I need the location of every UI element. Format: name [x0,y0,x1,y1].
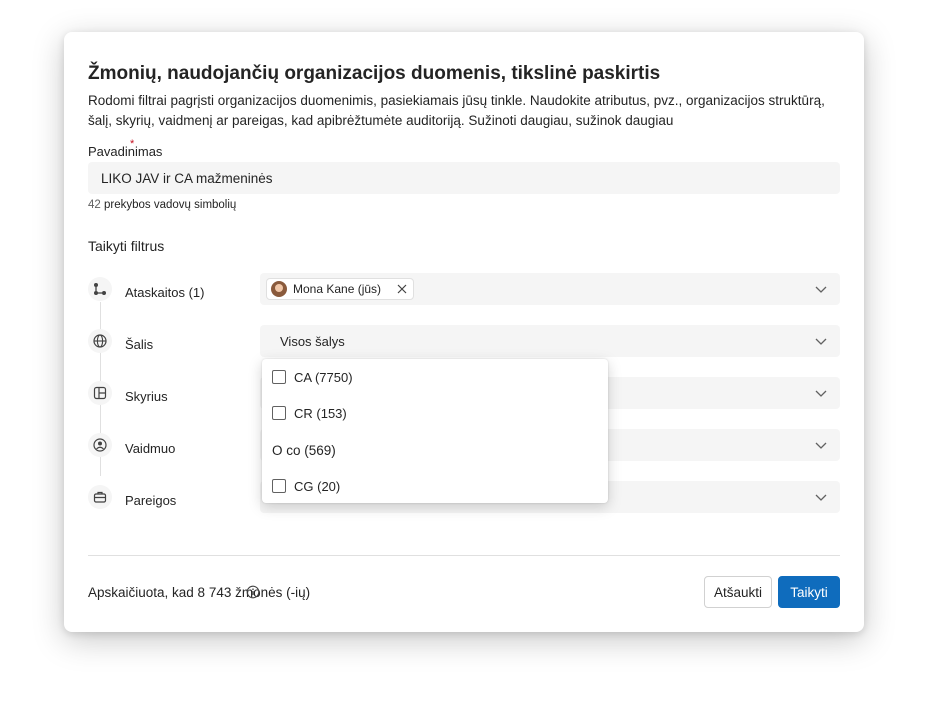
briefcase-icon [88,485,112,509]
checkbox[interactable] [272,370,286,384]
name-label-text: Pavadinimas [88,144,163,159]
chevron-down-icon [815,286,827,293]
dialog-description: Rodomi filtrai pagrįsti organizacijos du… [88,91,848,131]
chevron-down-icon [815,390,827,397]
required-mark: * [130,138,135,150]
filter-row-country: Šalis Visos šalys [88,325,840,361]
info-icon[interactable] [246,585,260,599]
country-select[interactable]: Visos šalys [260,325,840,357]
chevron-down-icon [815,338,827,345]
reports-select[interactable]: Mona Kane (jūs) [260,273,840,305]
filter-label-department: Skyrius [125,389,168,404]
person-circle-icon [88,433,112,457]
filter-label-title: Pareigos [125,493,177,508]
filters-heading: Taikyti filtrus [88,238,165,254]
checkbox[interactable] [272,479,286,493]
person-chip-label: Mona Kane (jūs) [293,282,382,296]
country-option-label: CR (153) [294,405,347,421]
cancel-button[interactable]: Atšaukti [704,576,772,608]
country-select-value: Visos šalys [280,334,345,349]
country-option[interactable]: CG (20) [272,476,340,496]
apply-button[interactable]: Taikyti [778,576,840,608]
footer-divider [88,555,840,556]
audience-estimate: Apskaičiuota, kad 8 743 žmonės (-ių) [88,585,311,600]
description-line-1: Rodomi filtrai pagrįsti organizacijos du… [88,93,825,108]
country-option-label: CA (7750) [294,369,353,385]
org-chart-icon [88,277,112,301]
dialog-title: Žmonių, naudojančių organizacijos duomen… [88,63,661,84]
filter-label-reports: Ataskaitos (1) [125,285,205,300]
name-label: Pavadinimas * [88,138,163,159]
globe-icon [88,329,112,353]
filter-row-reports: Ataskaitos (1) Mona Kane (jūs) [88,273,840,309]
country-option-label: O co (569) [272,442,336,458]
chevron-down-icon [815,442,827,449]
avatar [271,281,287,297]
country-option[interactable]: CA (7750) [272,367,353,387]
chevron-down-icon [815,494,827,501]
counter-text: prekybos vadovų simbolių [104,199,237,211]
counter-number: 42 [88,199,101,211]
character-counter: 42 prekybos vadovų simbolių [88,199,236,211]
country-option[interactable]: O co (569) [272,440,336,460]
description-line-2: šalį, skyrių, vaidmenį ar pareigas, kad … [88,113,674,128]
country-option[interactable]: CR (153) [272,403,347,423]
filter-label-country: Šalis [125,337,154,352]
filter-label-role: Vaidmuo [125,441,176,456]
layout-icon [88,381,112,405]
name-input[interactable] [88,162,840,194]
checkbox[interactable] [272,406,286,420]
country-dropdown-list: CA (7750) CR (153) O co (569) CG (20) [262,359,608,503]
person-chip: Mona Kane (jūs) [266,278,415,300]
audience-dialog: Žmonių, naudojančių organizacijos duomen… [64,32,864,632]
country-option-label: CG (20) [294,478,341,494]
remove-chip-icon[interactable] [397,284,407,294]
